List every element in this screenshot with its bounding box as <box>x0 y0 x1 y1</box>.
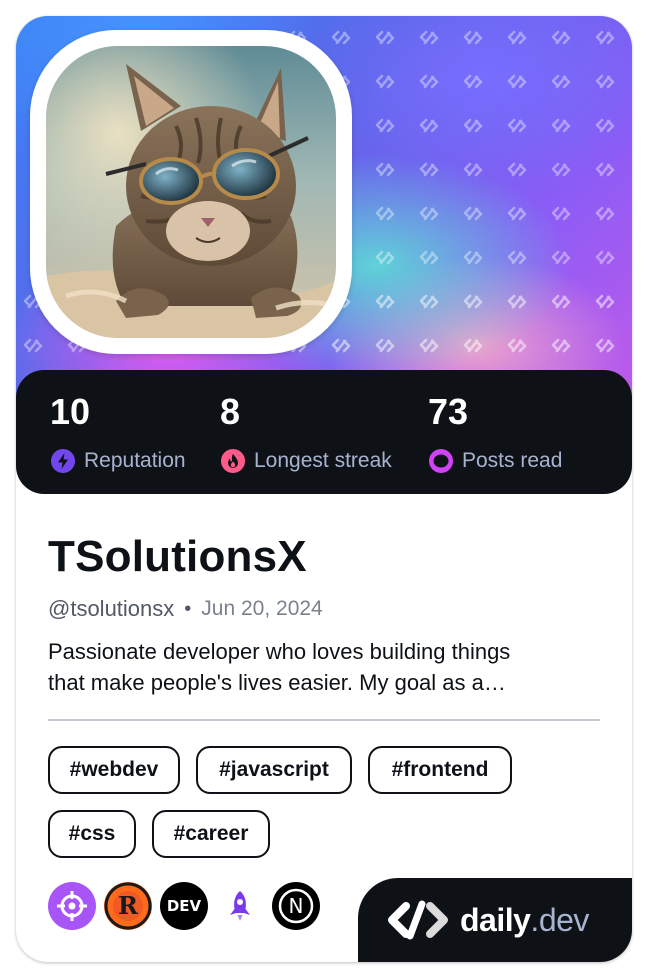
separator-dot: • <box>184 597 192 620</box>
n-source-label: N <box>289 894 304 918</box>
reputation-label: Reputation <box>84 449 186 472</box>
posts-read-label: Posts read <box>462 449 563 472</box>
daily-dev-brand[interactable]: daily.dev <box>358 878 632 962</box>
rocket-source-icon[interactable] <box>216 882 264 930</box>
profile-name: TSolutionsX <box>48 532 307 581</box>
avatar[interactable] <box>46 46 336 338</box>
dev-source-icon[interactable]: DEV <box>160 882 208 930</box>
daily-dev-logo-icon <box>388 900 448 940</box>
flame-icon <box>221 449 245 473</box>
rocket-icon <box>230 891 250 921</box>
divider <box>48 719 600 721</box>
streak-value: 8 <box>220 391 241 432</box>
stat-longest-streak: 8 Longest streak <box>220 392 392 474</box>
profile-card: 10 Reputation 8 Longest streak 73 Posts … <box>16 16 632 962</box>
tag-career[interactable]: #career <box>152 810 270 858</box>
brand-tld: .dev <box>530 901 589 938</box>
tag-css[interactable]: #css <box>48 810 136 858</box>
stats-bar: 10 Reputation 8 Longest streak 73 Posts … <box>16 370 632 494</box>
profile-handle[interactable]: @tsolutionsx <box>48 596 174 622</box>
tag-frontend[interactable]: #frontend <box>368 746 512 794</box>
bio-line-1: Passionate developer who loves building … <box>48 639 511 664</box>
profile-bio: Passionate developer who loves building … <box>48 636 568 698</box>
crosshair-source-icon[interactable] <box>48 882 96 930</box>
tag-javascript[interactable]: #javascript <box>196 746 352 794</box>
n-logo-icon: N <box>278 888 314 924</box>
daily-dev-wordmark: daily.dev <box>460 902 589 939</box>
brand-name: daily <box>460 901 531 938</box>
dev-source-label: DEV <box>166 897 202 915</box>
r-source-icon[interactable]: R <box>104 882 152 930</box>
crosshair-icon <box>57 891 87 921</box>
handle-row: @tsolutionsx • Jun 20, 2024 <box>48 596 323 622</box>
joined-date: Jun 20, 2024 <box>201 597 323 620</box>
tag-webdev[interactable]: #webdev <box>48 746 180 794</box>
stat-reputation: 10 Reputation <box>50 392 186 474</box>
svg-text:R: R <box>118 891 139 920</box>
avatar-frame <box>30 30 352 354</box>
reputation-value: 10 <box>50 391 91 432</box>
bio-line-2: that make people's lives easier. My goal… <box>48 670 506 695</box>
posts-read-value: 73 <box>428 391 469 432</box>
streak-label: Longest streak <box>254 449 392 472</box>
n-source-icon[interactable]: N <box>272 882 320 930</box>
stat-posts-read: 73 Posts read <box>428 392 562 474</box>
lightning-icon <box>51 449 75 473</box>
eye-icon <box>429 449 453 473</box>
r-logo-icon: R <box>104 882 152 930</box>
cat-avatar-image <box>46 46 336 338</box>
